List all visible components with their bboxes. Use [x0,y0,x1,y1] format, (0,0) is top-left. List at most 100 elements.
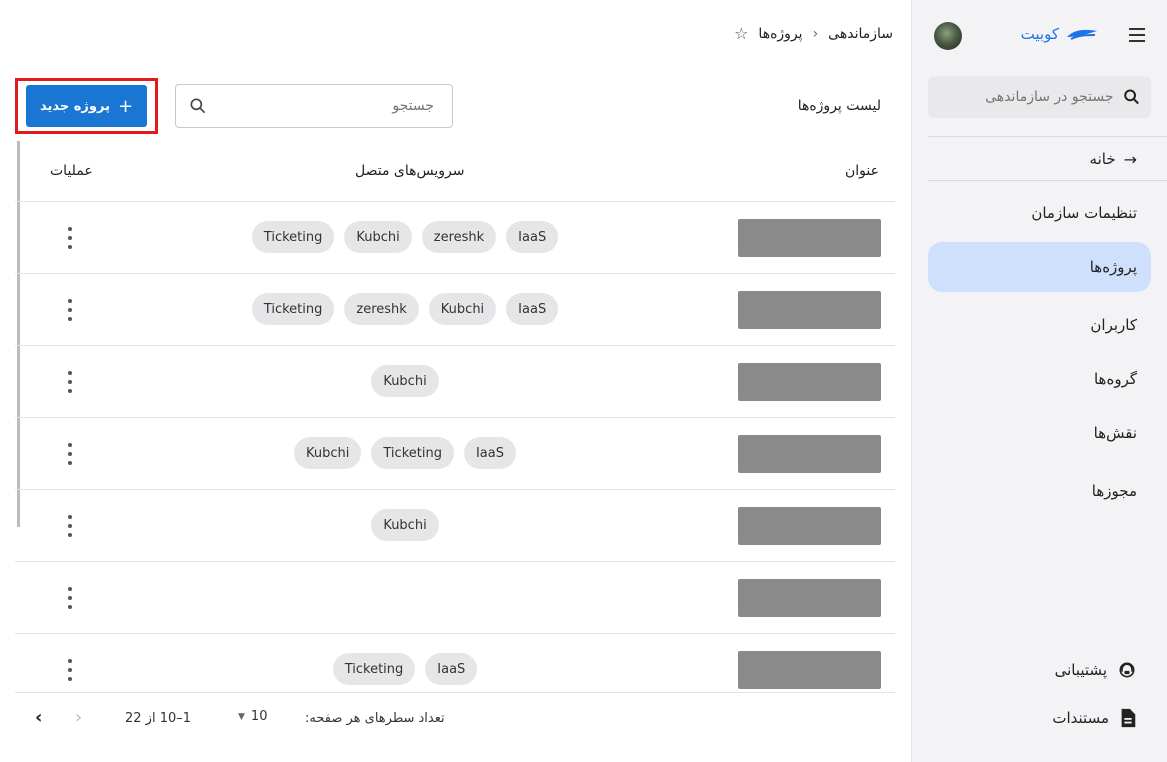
services-chips: Kubchi [115,365,695,397]
breadcrumb: سازماندهی ‹ پروژه‌ها ☆ [734,24,893,43]
page-range: 1–10 از 22 [125,711,192,726]
support-label: پشتیبانی [1054,661,1107,679]
redacted-title [738,435,881,473]
sidebar-item-label: پروژه‌ها [1089,258,1137,276]
breadcrumb-current: پروژه‌ها [758,25,803,42]
brand-name: کوبیت [1020,25,1059,43]
redacted-title [738,291,881,329]
nav-back-home[interactable]: → خانه [928,134,1151,184]
table-row[interactable]: IaaS zereshk Kubchi Ticketing [15,202,895,274]
redacted-title [738,651,881,689]
rows-per-page-select[interactable]: ▼ 10 [238,709,267,724]
service-chip: Kubchi [344,221,412,253]
table-row[interactable]: Kubchi [15,490,895,562]
rows-per-page-value: 10 [250,709,268,724]
avatar[interactable] [934,22,962,50]
docs-link[interactable]: مستندات [1052,708,1137,728]
service-chip: Ticketing [332,653,416,685]
hamburger-menu-icon[interactable] [1125,24,1149,48]
table-row[interactable]: Kubchi [15,346,895,418]
table-row[interactable] [15,562,895,634]
search-icon [190,98,206,114]
redacted-title [738,219,881,257]
brand-logo[interactable]: کوبیت [1021,25,1099,43]
service-chip: IaaS [425,653,478,685]
chevron-left-icon[interactable]: ‹ [35,707,42,728]
services-chips: IaaS zereshk Kubchi Ticketing [115,221,695,253]
sidebar-item-users[interactable]: کاربران [928,300,1151,350]
service-chip: Kubchi [371,365,439,397]
sidebar-search[interactable] [928,76,1151,118]
document-icon [1121,708,1136,728]
search-field[interactable] [175,84,453,128]
service-chip: IaaS [506,221,559,253]
more-vertical-icon[interactable] [67,659,73,681]
sidebar: کوبیت → خانه تنظیمات سازمان پروژه‌ها کار… [911,0,1167,762]
sidebar-item-label: گروه‌ها [1093,370,1137,388]
rows-per-page-label: تعداد سطرهای هر صفحه: [305,711,445,726]
more-vertical-icon[interactable] [67,515,73,537]
service-chip: Ticketing [251,293,335,325]
sidebar-search-input[interactable] [938,89,1114,105]
sidebar-item-roles[interactable]: نقش‌ها [928,408,1151,458]
search-icon [1123,89,1139,105]
nav-home-label: خانه [1089,150,1116,168]
more-vertical-icon[interactable] [67,227,73,249]
service-chip: Kubchi [371,509,439,541]
more-vertical-icon[interactable] [67,443,73,465]
support-link[interactable]: پشتیبانی [1055,660,1137,680]
chevron-left-icon: ‹ [812,25,819,42]
sidebar-header: کوبیت [928,22,1151,50]
sidebar-item-label: تنظیمات سازمان [1031,204,1137,222]
service-chip: Kubchi [294,437,362,469]
redacted-title [738,579,881,617]
more-vertical-icon[interactable] [67,299,73,321]
sidebar-item-org-settings[interactable]: تنظیمات سازمان [928,188,1151,238]
headset-icon [1119,662,1135,678]
more-vertical-icon[interactable] [67,371,73,393]
arrow-right-icon: → [1123,149,1137,169]
service-chip: Ticketing [251,221,335,253]
service-chip: IaaS [463,437,516,469]
breadcrumb-parent[interactable]: سازماندهی [828,26,893,42]
table-row[interactable]: IaaS Ticketing [15,634,895,690]
table-row[interactable]: IaaS Ticketing Kubchi [15,418,895,490]
column-header-services: سرویس‌های متصل [355,163,465,179]
chevron-right-icon[interactable]: › [75,707,82,728]
service-chip: IaaS [506,293,559,325]
sidebar-item-projects[interactable]: پروژه‌ها [928,242,1151,292]
service-chip: Ticketing [371,437,454,469]
star-icon[interactable]: ☆ [734,24,748,43]
divider [928,180,1167,181]
search-input[interactable] [208,98,440,114]
column-header-title[interactable]: عنوان [845,163,879,179]
wave-logo-icon [1067,29,1097,40]
service-chip: zereshk [344,293,419,325]
plus-icon: + [117,95,134,117]
sidebar-item-permissions[interactable]: مجوزها [928,466,1151,516]
sidebar-item-label: نقش‌ها [1093,424,1137,442]
highlight-box: + پروژه جدید [15,78,158,134]
sidebar-item-label: مجوزها [1091,482,1137,500]
table-row[interactable]: IaaS Kubchi zereshk Ticketing [15,274,895,346]
column-header-actions: عملیات [50,163,93,179]
docs-label: مستندات [1052,709,1109,727]
service-chip: Kubchi [428,293,497,325]
sidebar-item-groups[interactable]: گروه‌ها [928,354,1151,404]
new-project-button[interactable]: + پروژه جدید [26,85,147,127]
table-header: عنوان سرویس‌های متصل عملیات [15,140,895,202]
more-vertical-icon[interactable] [67,587,73,609]
services-chips: IaaS Kubchi zereshk Ticketing [115,293,695,325]
redacted-title [738,363,881,401]
sidebar-item-label: کاربران [1090,316,1137,334]
pagination: تعداد سطرهای هر صفحه: ▼ 10 1–10 از 22 › … [15,692,895,748]
services-chips: Kubchi [115,509,695,541]
projects-table: عنوان سرویس‌های متصل عملیات IaaS zereshk K… [15,140,895,690]
caret-down-icon: ▼ [238,711,245,722]
services-chips: IaaS Ticketing [115,653,695,685]
new-project-label: پروژه جدید [39,98,110,114]
service-chip: zereshk [421,221,497,253]
list-toolbar: لیست پروژه‌ها + پروژه جدید [15,78,895,134]
page-title: لیست پروژه‌ها [797,98,881,114]
redacted-title [738,507,881,545]
